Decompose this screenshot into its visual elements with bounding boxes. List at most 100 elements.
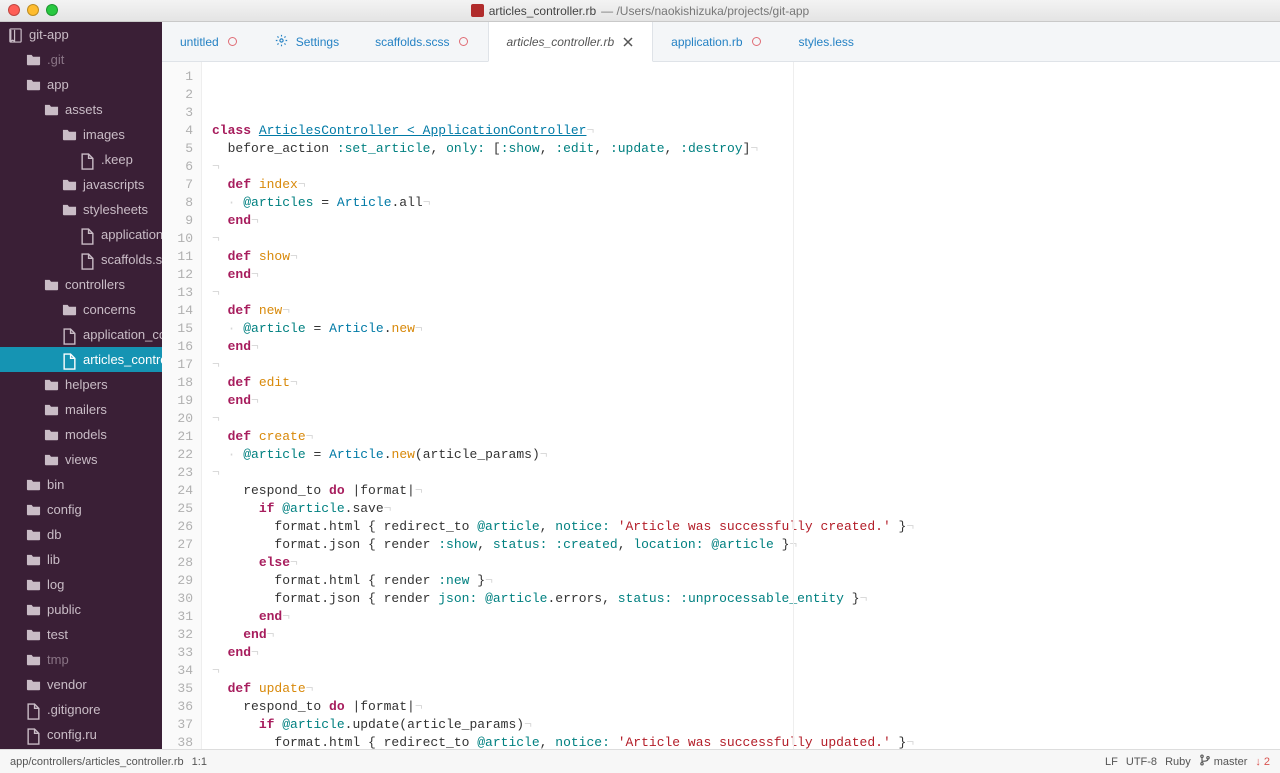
code-editor[interactable]: 1234567891011121314151617181920212223242…: [162, 62, 1280, 749]
code-line[interactable]: format.html { render :new }¬: [212, 572, 1280, 590]
line-number[interactable]: 21: [162, 428, 193, 446]
line-number[interactable]: 23: [162, 464, 193, 482]
tree-item[interactable]: lib: [0, 547, 162, 572]
line-number[interactable]: 16: [162, 338, 193, 356]
line-number[interactable]: 18: [162, 374, 193, 392]
status-eol[interactable]: LF: [1105, 756, 1118, 768]
code-line[interactable]: respond_to do |format|¬: [212, 482, 1280, 500]
tree-item[interactable]: .git: [0, 47, 162, 72]
tab[interactable]: Settings: [257, 22, 357, 61]
line-number[interactable]: 19: [162, 392, 193, 410]
tree-item[interactable]: public: [0, 597, 162, 622]
line-number[interactable]: 3: [162, 104, 193, 122]
code-line[interactable]: ¬: [212, 230, 1280, 248]
tab[interactable]: application.rb: [653, 22, 780, 61]
tree-item[interactable]: db: [0, 522, 162, 547]
zoom-window-button[interactable]: [46, 4, 58, 16]
tree-item[interactable]: scaffolds.scss: [0, 247, 162, 272]
line-number[interactable]: 5: [162, 140, 193, 158]
tree-item[interactable]: config: [0, 497, 162, 522]
tree-item[interactable]: git-app: [0, 22, 162, 47]
code-line[interactable]: def show¬: [212, 248, 1280, 266]
tree-item[interactable]: javascripts: [0, 172, 162, 197]
close-window-button[interactable]: [8, 4, 20, 16]
code-line[interactable]: end¬: [212, 392, 1280, 410]
line-number[interactable]: 17: [162, 356, 193, 374]
code-line[interactable]: ¬: [212, 662, 1280, 680]
tree-item[interactable]: bin: [0, 472, 162, 497]
code-line[interactable]: format.json { render :show, status: :cre…: [212, 536, 1280, 554]
tree-item[interactable]: stylesheets: [0, 197, 162, 222]
line-number[interactable]: 38: [162, 734, 193, 749]
tree-item[interactable]: application_controller.rb: [0, 322, 162, 347]
tab[interactable]: untitled: [162, 22, 257, 61]
line-number[interactable]: 34: [162, 662, 193, 680]
code-line[interactable]: def new¬: [212, 302, 1280, 320]
close-icon[interactable]: [622, 36, 634, 48]
line-number[interactable]: 30: [162, 590, 193, 608]
line-number[interactable]: 32: [162, 626, 193, 644]
code-line[interactable]: ¬: [212, 410, 1280, 428]
status-git-branch[interactable]: master: [1199, 754, 1248, 769]
line-number[interactable]: 4: [162, 122, 193, 140]
line-number[interactable]: 27: [162, 536, 193, 554]
line-number[interactable]: 11: [162, 248, 193, 266]
line-number[interactable]: 26: [162, 518, 193, 536]
code-line[interactable]: · @articles = Article.all¬: [212, 194, 1280, 212]
line-number[interactable]: 7: [162, 176, 193, 194]
code-content[interactable]: class ArticlesController < ApplicationCo…: [202, 62, 1280, 749]
code-line[interactable]: ¬: [212, 356, 1280, 374]
status-cursor-pos[interactable]: 1:1: [192, 756, 207, 768]
tree-item[interactable]: helpers: [0, 372, 162, 397]
line-number[interactable]: 2: [162, 86, 193, 104]
code-line[interactable]: class ArticlesController < ApplicationCo…: [212, 122, 1280, 140]
status-encoding[interactable]: UTF-8: [1126, 756, 1157, 768]
line-number[interactable]: 9: [162, 212, 193, 230]
tree-item[interactable]: .gitignore: [0, 697, 162, 722]
code-line[interactable]: def update¬: [212, 680, 1280, 698]
code-line[interactable]: if @article.save¬: [212, 500, 1280, 518]
tree-item[interactable]: models: [0, 422, 162, 447]
tree-item[interactable]: mailers: [0, 397, 162, 422]
tree-item[interactable]: .keep: [0, 147, 162, 172]
code-line[interactable]: format.html { redirect_to @article, noti…: [212, 518, 1280, 536]
line-number[interactable]: 24: [162, 482, 193, 500]
code-line[interactable]: else¬: [212, 554, 1280, 572]
code-line[interactable]: end¬: [212, 212, 1280, 230]
code-line[interactable]: def index¬: [212, 176, 1280, 194]
tab[interactable]: scaffolds.scss: [357, 22, 487, 61]
line-number[interactable]: 25: [162, 500, 193, 518]
tree-item[interactable]: concerns: [0, 297, 162, 322]
tree-item[interactable]: assets: [0, 97, 162, 122]
line-number[interactable]: 13: [162, 284, 193, 302]
tab[interactable]: styles.less: [781, 22, 872, 61]
code-line[interactable]: respond_to do |format|¬: [212, 698, 1280, 716]
status-file-path[interactable]: app/controllers/articles_controller.rb: [10, 756, 184, 768]
tree-item[interactable]: log: [0, 572, 162, 597]
code-line[interactable]: if @article.update(article_params)¬: [212, 716, 1280, 734]
line-number[interactable]: 31: [162, 608, 193, 626]
line-number[interactable]: 6: [162, 158, 193, 176]
code-line[interactable]: before_action :set_article, only: [:show…: [212, 140, 1280, 158]
code-line[interactable]: ¬: [212, 158, 1280, 176]
tree-item[interactable]: application.css: [0, 222, 162, 247]
code-line[interactable]: ¬: [212, 284, 1280, 302]
tree-item[interactable]: tmp: [0, 647, 162, 672]
code-line[interactable]: end¬: [212, 608, 1280, 626]
tree-item[interactable]: test: [0, 622, 162, 647]
code-line[interactable]: format.html { redirect_to @article, noti…: [212, 734, 1280, 749]
tab[interactable]: articles_controller.rb: [488, 22, 654, 62]
tree-item[interactable]: vendor: [0, 672, 162, 697]
code-line[interactable]: ¬: [212, 464, 1280, 482]
line-number[interactable]: 12: [162, 266, 193, 284]
code-line[interactable]: · @article = Article.new(article_params)…: [212, 446, 1280, 464]
line-number[interactable]: 20: [162, 410, 193, 428]
tree-item[interactable]: views: [0, 447, 162, 472]
code-line[interactable]: · @article = Article.new¬: [212, 320, 1280, 338]
line-number[interactable]: 1: [162, 68, 193, 86]
line-number[interactable]: 10: [162, 230, 193, 248]
tree-item[interactable]: articles_controller.rb: [0, 347, 162, 372]
code-line[interactable]: end¬: [212, 266, 1280, 284]
minimize-window-button[interactable]: [27, 4, 39, 16]
code-line[interactable]: def create¬: [212, 428, 1280, 446]
